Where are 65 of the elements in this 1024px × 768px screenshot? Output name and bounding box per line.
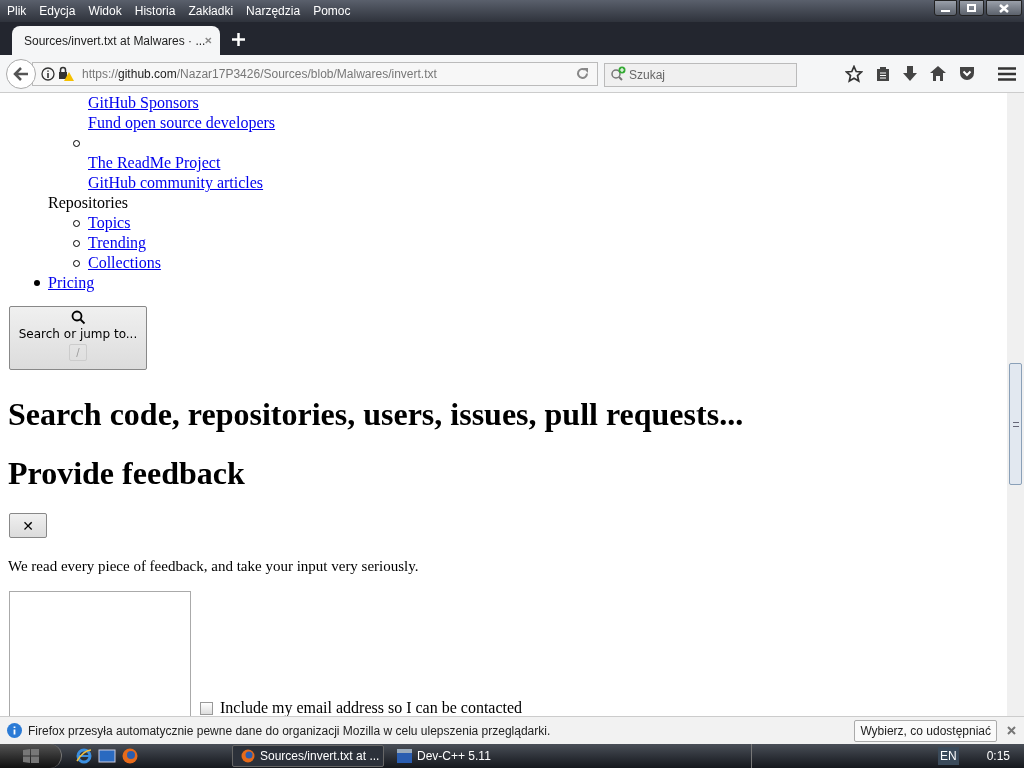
nav-link[interactable]: Topics <box>88 214 131 231</box>
menu-item[interactable]: Historia <box>134 2 176 20</box>
menu-item[interactable]: Plik <box>7 2 27 20</box>
pocket-icon[interactable] <box>959 66 975 81</box>
close-window-button[interactable] <box>986 0 1022 16</box>
start-button[interactable] <box>0 744 62 768</box>
language-indicator[interactable]: EN <box>937 747 959 765</box>
home-icon[interactable] <box>930 66 946 81</box>
description-text: We read every piece of feedback, and take your input very seriously. <box>8 557 420 576</box>
menu-item[interactable]: Pomoc <box>313 2 351 20</box>
menu-icon[interactable] <box>998 66 1016 81</box>
search-icon <box>610 65 628 82</box>
info-icon <box>7 723 22 738</box>
menu-item[interactable]: Widok <box>88 2 122 20</box>
bullet-icon <box>34 280 40 286</box>
taskbar-button[interactable]: Sources/invert.txt at ... <box>232 745 384 767</box>
search-icon <box>70 310 86 325</box>
nav-link[interactable]: The ReadMe Project <box>88 154 221 171</box>
reload-icon[interactable] <box>576 67 589 80</box>
menu-item[interactable]: Edycja <box>39 2 76 20</box>
notification-text: Firefox przesyła automatycznie pewne dane do organizacji Mozilla w celu ulepszenia przeglądarki. <box>28 722 551 740</box>
list-heading: Repositories <box>48 193 129 213</box>
url-text: https://github.com/Nazar17P3426/Sources/blob/Malwares/invert.txt <box>82 65 437 83</box>
nav-link[interactable]: Pricing <box>48 274 95 291</box>
clipboard-icon[interactable] <box>876 65 890 82</box>
email-checkbox[interactable] <box>200 702 213 715</box>
address-field[interactable]: https://github.com/Nazar17P3426/Sources/blob/Malwares/invert.txt <box>32 61 598 86</box>
scrollbar[interactable] <box>1007 93 1024 716</box>
menu-item[interactable]: Zakładki <box>188 2 234 20</box>
lock-warning-icon[interactable] <box>58 66 74 81</box>
close-button[interactable]: ✕ <box>9 513 47 538</box>
browser-tab[interactable]: Sources/invert.txt at Malwares · ... <box>12 26 220 55</box>
menu-item[interactable]: Narzędzia <box>246 2 301 20</box>
info-icon[interactable] <box>41 66 55 81</box>
heading: Search code, repositories, users, issues, pull requests... <box>8 396 745 433</box>
browser-e-icon[interactable] <box>76 748 92 764</box>
clock: 0:15 <box>986 748 1010 765</box>
back-button[interactable] <box>6 58 36 89</box>
nav-link[interactable]: Trending <box>88 234 147 251</box>
scrollbar-thumb[interactable] <box>1009 363 1022 485</box>
star-icon[interactable] <box>845 64 863 83</box>
heading: Provide feedback <box>8 455 246 492</box>
windows-logo-icon <box>22 749 39 763</box>
nav-link[interactable]: Collections <box>88 254 161 271</box>
minimize-button[interactable] <box>934 0 957 16</box>
app-icon <box>397 749 412 763</box>
close-tab-icon[interactable] <box>205 36 212 45</box>
shortcut-key: / <box>69 344 87 361</box>
nav-link[interactable]: Fund open source developers <box>88 114 276 131</box>
firefox-icon[interactable] <box>122 748 138 764</box>
close-icon[interactable] <box>1007 726 1016 735</box>
nav-link[interactable]: GitHub community articles <box>88 174 264 191</box>
close-icon <box>999 3 1009 13</box>
download-icon[interactable] <box>903 65 917 82</box>
search-button[interactable]: Search or jump to... / <box>9 306 147 370</box>
nav-link[interactable]: GitHub Sponsors <box>88 94 199 111</box>
checkbox-label: Include my email address so I can be contacted <box>220 698 523 716</box>
search-field[interactable]: Szukaj <box>604 62 797 87</box>
taskbar-button[interactable]: Dev-C++ 5.11 <box>388 745 540 767</box>
back-arrow-icon <box>13 66 29 81</box>
desktop-icon[interactable] <box>98 748 116 764</box>
share-choice-button[interactable]: Wybierz, co udostępniać <box>854 719 997 742</box>
restore-button[interactable] <box>959 0 984 16</box>
firefox-icon <box>241 749 255 763</box>
new-tab-icon[interactable] <box>232 33 245 46</box>
